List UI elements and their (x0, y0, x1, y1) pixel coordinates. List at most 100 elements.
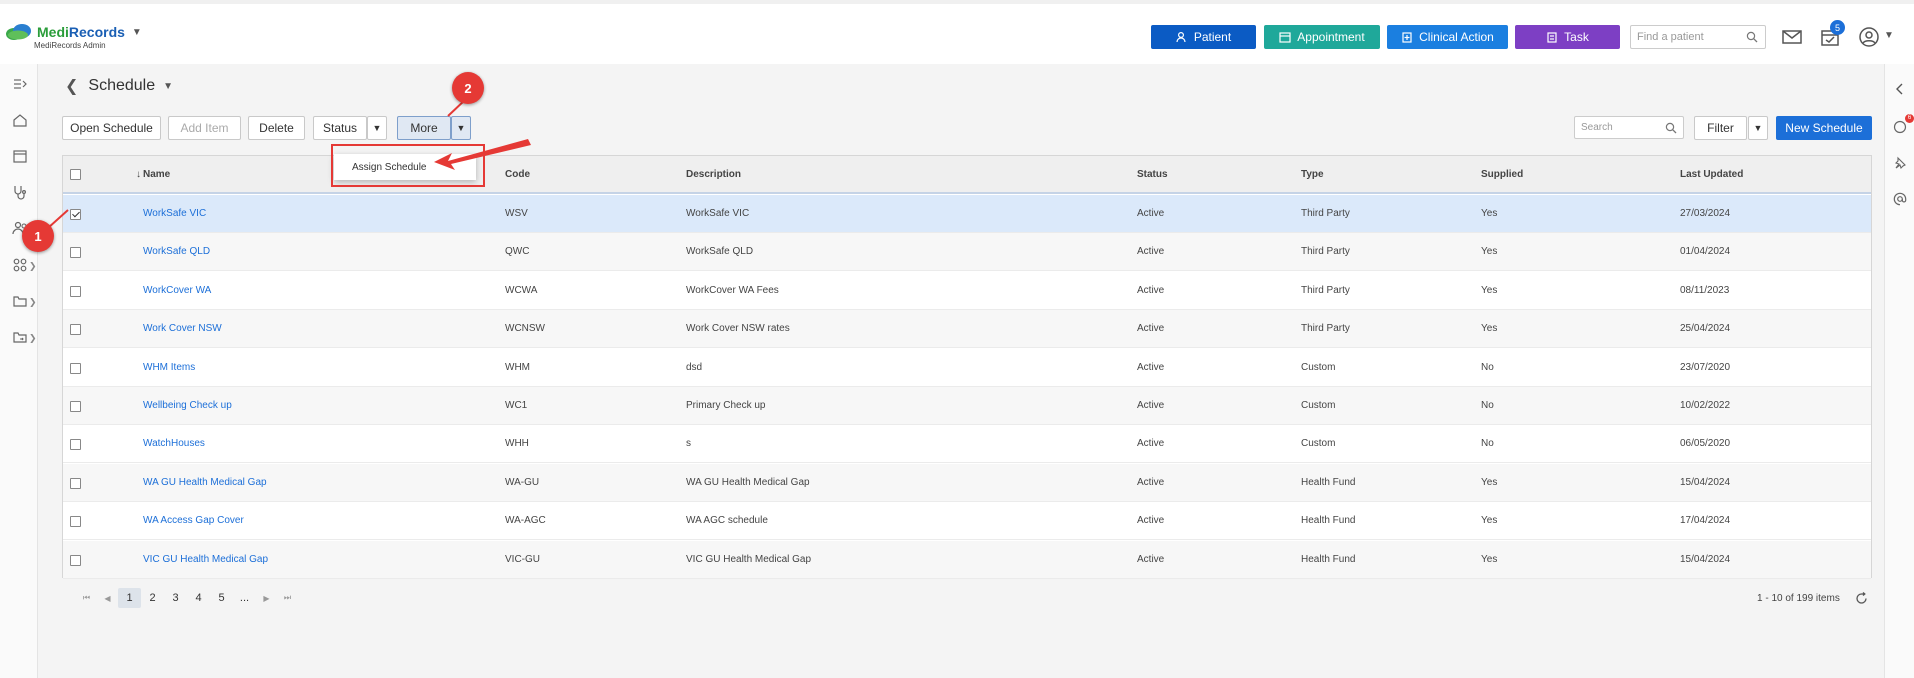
cell-code: WC1 (505, 400, 528, 411)
search-icon[interactable] (1665, 122, 1677, 134)
more-button[interactable]: More (397, 116, 451, 140)
table-row[interactable]: WA GU Health Medical Gap WA-GU WA GU Healt… (63, 463, 1871, 502)
next-page-icon[interactable]: ▶ (256, 588, 277, 608)
clinical-action-button[interactable]: Clinical Action (1387, 25, 1508, 49)
column-last-updated[interactable]: Last Updated (1680, 169, 1743, 180)
first-page-icon[interactable]: ⏮ (76, 588, 97, 608)
select-all-checkbox[interactable] (70, 169, 81, 180)
find-patient-input[interactable]: Find a patient (1630, 25, 1766, 49)
chevron-right-icon[interactable]: ❯ (29, 333, 37, 344)
table-row[interactable]: WorkSafe VIC WSV WorkSafe VIC Active Third P… (63, 195, 1871, 233)
row-checkbox[interactable] (70, 324, 81, 336)
column-name[interactable]: Name (143, 169, 170, 180)
open-schedule-button[interactable]: Open Schedule (62, 116, 161, 140)
status-button[interactable]: Status (313, 116, 367, 140)
cell-name[interactable]: WorkCover WA (143, 285, 211, 296)
cell-name[interactable]: Work Cover NSW (143, 323, 222, 334)
expand-menu-icon[interactable] (12, 76, 28, 92)
chevron-down-icon[interactable]: ▼ (163, 81, 173, 92)
calendar-icon[interactable] (12, 148, 28, 164)
table-row[interactable]: WorkSafe QLD QWC WorkSafe QLD Active Third P… (63, 233, 1871, 272)
brand-name: MediRecords (37, 24, 125, 40)
delete-button[interactable]: Delete (248, 116, 305, 140)
chevron-down-icon[interactable]: ▼ (132, 27, 142, 38)
page-5[interactable]: 5 (210, 588, 233, 608)
add-item-button[interactable]: Add Item (168, 116, 241, 140)
cell-last-updated: 27/03/2024 (1680, 208, 1731, 219)
page-1[interactable]: 1 (118, 588, 141, 608)
apps-icon[interactable] (12, 257, 28, 273)
column-description[interactable]: Description (686, 169, 741, 180)
cell-name[interactable]: WA GU Health Medical Gap (143, 477, 267, 488)
new-schedule-button[interactable]: New Schedule (1776, 116, 1872, 140)
filter-button[interactable]: Filter (1694, 116, 1747, 140)
row-checkbox[interactable] (70, 439, 81, 451)
column-status[interactable]: Status (1137, 169, 1168, 180)
cell-status: Active (1137, 361, 1165, 373)
sort-arrow-icon[interactable]: ↓ (136, 169, 141, 180)
column-supplied[interactable]: Supplied (1481, 169, 1523, 180)
cell-description: WA GU Health Medical Gap (686, 476, 810, 488)
cell-name[interactable]: WatchHouses (143, 438, 205, 449)
table-row[interactable]: Wellbeing Check up WC1 Primary Check up Act… (63, 387, 1871, 425)
chat-icon[interactable] (1893, 120, 1907, 134)
chevron-left-icon[interactable] (1893, 82, 1907, 96)
pin-icon[interactable] (1893, 156, 1907, 170)
back-arrow-icon[interactable]: ❮ (65, 76, 78, 96)
folder-share-icon[interactable] (12, 329, 28, 345)
table-row[interactable]: VIC GU Health Medical Gap VIC-GU VIC GU He… (63, 540, 1871, 579)
page-2[interactable]: 2 (141, 588, 164, 608)
page-4[interactable]: 4 (187, 588, 210, 608)
cell-name[interactable]: WA Access Gap Cover (143, 515, 244, 526)
row-checkbox[interactable] (70, 247, 81, 259)
page-3[interactable]: 3 (164, 588, 187, 608)
mail-icon[interactable] (1781, 26, 1803, 48)
row-checkbox[interactable] (70, 285, 81, 297)
row-checkbox[interactable] (70, 554, 81, 566)
column-type[interactable]: Type (1301, 169, 1324, 180)
cell-type: Custom (1301, 361, 1336, 373)
more-dropdown-button[interactable]: ▼ (451, 116, 471, 140)
stethoscope-icon[interactable] (12, 184, 28, 200)
chevron-right-icon[interactable]: ❯ (29, 297, 37, 308)
table-row[interactable]: WorkCover WA WCWA WorkCover WA Fees Active T… (63, 271, 1871, 310)
row-checkbox[interactable] (70, 477, 81, 489)
table-row[interactable]: WatchHouses WHH s Active Custom No 06/05/2020 (63, 425, 1871, 464)
at-sign-icon[interactable] (1893, 192, 1907, 206)
row-checkbox[interactable] (70, 401, 81, 412)
filter-dropdown-button[interactable]: ▼ (1748, 116, 1768, 140)
row-checkbox[interactable] (70, 516, 81, 528)
status-dropdown-button[interactable]: ▼ (367, 116, 387, 140)
page-more[interactable]: ... (233, 588, 256, 608)
cell-supplied: No (1481, 438, 1494, 450)
cell-name[interactable]: WorkSafe VIC (143, 208, 206, 219)
clinical-action-button-label: Clinical Action (1419, 30, 1494, 44)
row-checkbox[interactable] (70, 209, 81, 220)
search-icon[interactable] (1746, 31, 1758, 43)
appointment-button[interactable]: Appointment (1264, 25, 1380, 49)
chevron-down-icon[interactable]: ▼ (1884, 30, 1894, 41)
last-page-icon[interactable]: ⏭ (277, 588, 298, 608)
table-row[interactable]: WA Access Gap Cover WA-AGC WA AGC schedule… (63, 502, 1871, 541)
home-icon[interactable] (12, 112, 28, 128)
refresh-icon[interactable] (1855, 592, 1868, 605)
cell-name[interactable]: WHM Items (143, 362, 195, 373)
search-input[interactable]: Search (1574, 116, 1684, 139)
patient-button[interactable]: Patient (1151, 25, 1256, 49)
user-avatar-icon[interactable] (1858, 26, 1880, 48)
notification-badge: 6 (1905, 114, 1914, 123)
row-checkbox[interactable] (70, 362, 81, 374)
cell-name[interactable]: WorkSafe QLD (143, 246, 210, 257)
cell-name[interactable]: Wellbeing Check up (143, 400, 232, 411)
chevron-right-icon[interactable]: ❯ (29, 261, 37, 272)
task-button[interactable]: Task (1515, 25, 1620, 49)
column-code[interactable]: Code (505, 169, 530, 180)
cell-name[interactable]: VIC GU Health Medical Gap (143, 554, 268, 565)
cell-supplied: Yes (1481, 246, 1498, 258)
prev-page-icon[interactable]: ◀ (97, 588, 118, 608)
folder-icon[interactable] (12, 293, 28, 309)
table-row[interactable]: WHM Items WHM dsd Active Custom No 23/07/2020 (63, 348, 1871, 387)
cell-code: WHH (505, 438, 529, 450)
table-row[interactable]: Work Cover NSW WCNSW Work Cover NSW rates A… (63, 310, 1871, 349)
app-logo[interactable]: MediRecords ▼ MediRecords Admin (5, 24, 142, 64)
